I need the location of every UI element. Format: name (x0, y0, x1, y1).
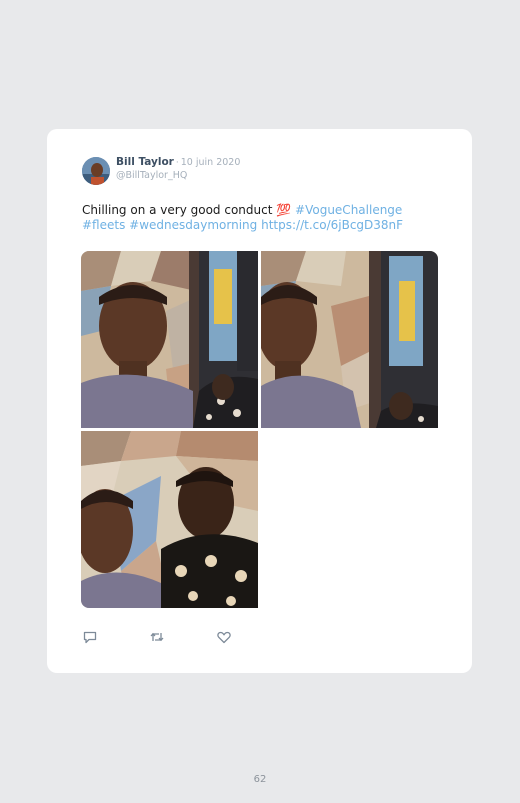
separator-dot: · (175, 158, 179, 168)
photo-1[interactable] (81, 251, 258, 428)
retweet-icon[interactable] (149, 629, 165, 645)
name-row: Bill Taylor · 10 juin 2020 (116, 156, 240, 169)
tweet-plain-text: Chilling on a very good conduct (82, 203, 277, 217)
like-icon[interactable] (216, 629, 232, 645)
photo-3[interactable] (81, 431, 258, 608)
tweet-text: Chilling on a very good conduct 💯 #Vogue… (82, 203, 442, 233)
reply-icon[interactable] (82, 629, 98, 645)
hashtag-wednesdaymorning[interactable]: #wednesdaymorning (129, 218, 257, 232)
tweet-header: Bill Taylor · 10 juin 2020 @BillTaylor_H… (82, 156, 240, 188)
hashtag-voguechallenge[interactable]: #VogueChallenge (295, 203, 402, 217)
photo-2[interactable] (261, 251, 438, 428)
page-number: 62 (253, 774, 267, 785)
author-handle[interactable]: @BillTaylor_HQ (116, 170, 240, 182)
tweet-link[interactable]: https://t.co/6jBcgD38nF (261, 218, 403, 232)
tweet-date[interactable]: 10 juin 2020 (181, 157, 241, 169)
tweet-actions (82, 629, 283, 645)
media-grid (81, 251, 438, 608)
author-name[interactable]: Bill Taylor (116, 156, 174, 168)
author-meta: Bill Taylor · 10 juin 2020 @BillTaylor_H… (116, 156, 240, 182)
hashtag-fleets[interactable]: #fleets (82, 218, 125, 232)
tweet-card: Bill Taylor · 10 juin 2020 @BillTaylor_H… (47, 129, 472, 673)
avatar[interactable] (82, 157, 110, 185)
hundred-points-emoji: 💯 (276, 203, 292, 217)
